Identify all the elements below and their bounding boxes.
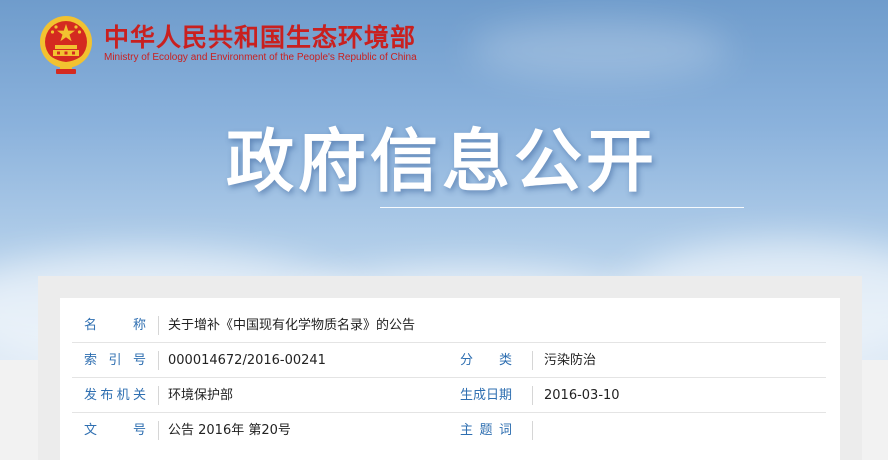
site-title-english[interactable]: Ministry of Ecology and Environment of t…: [104, 52, 417, 63]
divider: [158, 386, 159, 405]
info-label: 主题词: [460, 423, 512, 438]
info-value-publisher: 环境保护部: [168, 388, 234, 403]
info-label: 索引号: [84, 353, 146, 368]
info-row-document-number: 文 号 公告 2016年 第20号 主题词: [72, 413, 826, 448]
info-value-category: 污染防治: [544, 353, 597, 368]
info-card: 名 称 关于增补《中国现有化学物质名录》的公告 索引号 000014672/20…: [60, 298, 840, 460]
info-label: 文 号: [84, 423, 146, 438]
info-label: 发布机关: [84, 388, 146, 403]
cloud-decoration: [470, 20, 730, 80]
info-row-name: 名 称 关于增补《中国现有化学物质名录》的公告: [72, 308, 826, 343]
info-value-date: 2016-03-10: [544, 388, 620, 403]
divider: [532, 386, 533, 405]
site-title[interactable]: 中华人民共和国生态环境部: [104, 18, 416, 54]
info-panel: 名 称 关于增补《中国现有化学物质名录》的公告 索引号 000014672/20…: [38, 276, 862, 460]
divider: [158, 316, 159, 335]
divider: [532, 351, 533, 370]
info-label: 生成日期: [460, 388, 513, 403]
page-title: 政府信息公开: [226, 123, 659, 202]
info-value-title: 关于增补《中国现有化学物质名录》的公告: [168, 318, 416, 333]
info-value-document-number: 公告 2016年 第20号: [168, 423, 291, 438]
divider: [532, 421, 533, 440]
info-value-index-number: 000014672/2016-00241: [168, 353, 326, 368]
divider: [158, 351, 159, 370]
info-label: 名 称: [84, 318, 146, 333]
divider: [158, 421, 159, 440]
national-emblem-icon[interactable]: [38, 14, 94, 76]
info-row-publisher: 发布机关 环境保护部 生成日期 2016-03-10: [72, 378, 826, 413]
title-underline: [380, 207, 744, 208]
info-label: 分 类: [460, 353, 512, 368]
info-row-index: 索引号 000014672/2016-00241 分 类 污染防治: [72, 343, 826, 378]
